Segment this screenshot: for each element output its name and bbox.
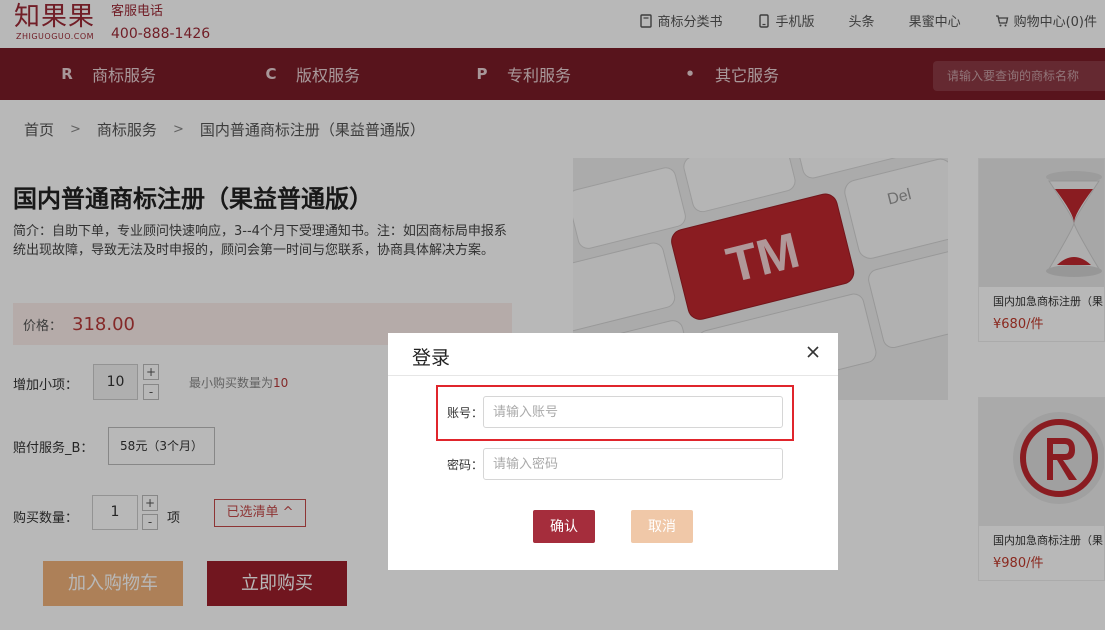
password-label: 密码：: [447, 458, 484, 472]
cancel-button[interactable]: 取消: [631, 510, 693, 543]
dialog-divider: [388, 375, 838, 376]
login-dialog-title: 登录: [412, 347, 451, 369]
account-label: 账号：: [447, 406, 484, 420]
password-input[interactable]: [483, 448, 783, 480]
account-input[interactable]: [483, 396, 783, 428]
close-icon[interactable]: [806, 345, 820, 359]
login-dialog: 登录 账号： 密码： 确认 取消: [388, 333, 838, 570]
confirm-button[interactable]: 确认: [533, 510, 595, 543]
